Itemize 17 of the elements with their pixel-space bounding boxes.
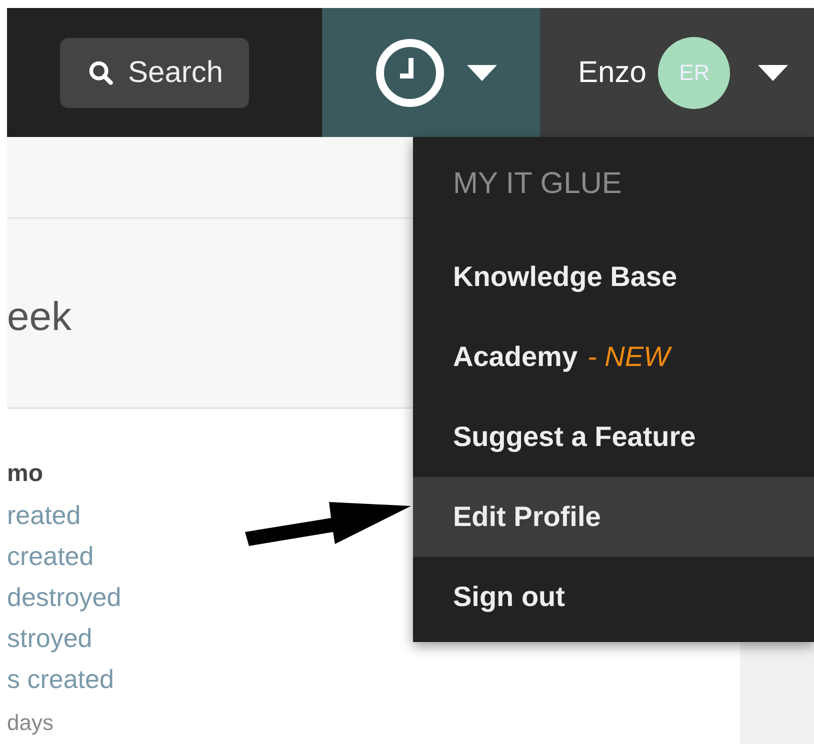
menu-heading: MY IT GLUE	[452, 166, 623, 202]
menu-item[interactable]: Academy - NEW	[413, 317, 814, 397]
menu-item[interactable]: Edit Profile	[413, 477, 814, 557]
menu-item[interactable]: Suggest a Feature	[413, 397, 814, 477]
caret-icon[interactable]	[758, 64, 788, 80]
section-heading: eek	[7, 294, 72, 340]
search-icon	[88, 60, 114, 86]
menu-item[interactable]: Sign out	[413, 557, 814, 637]
caret-icon[interactable]	[467, 64, 497, 80]
footnote-text: days	[7, 709, 54, 737]
user-name[interactable]: Enzo	[578, 56, 646, 90]
new-label: - NEW	[588, 341, 670, 373]
clock-icon[interactable]	[375, 38, 445, 108]
search-button[interactable]: Search	[60, 38, 250, 108]
group-title: mo	[7, 459, 43, 489]
menu-item[interactable]: Knowledge Base	[413, 237, 814, 317]
menu-item-label[interactable]: Academy	[453, 341, 578, 373]
